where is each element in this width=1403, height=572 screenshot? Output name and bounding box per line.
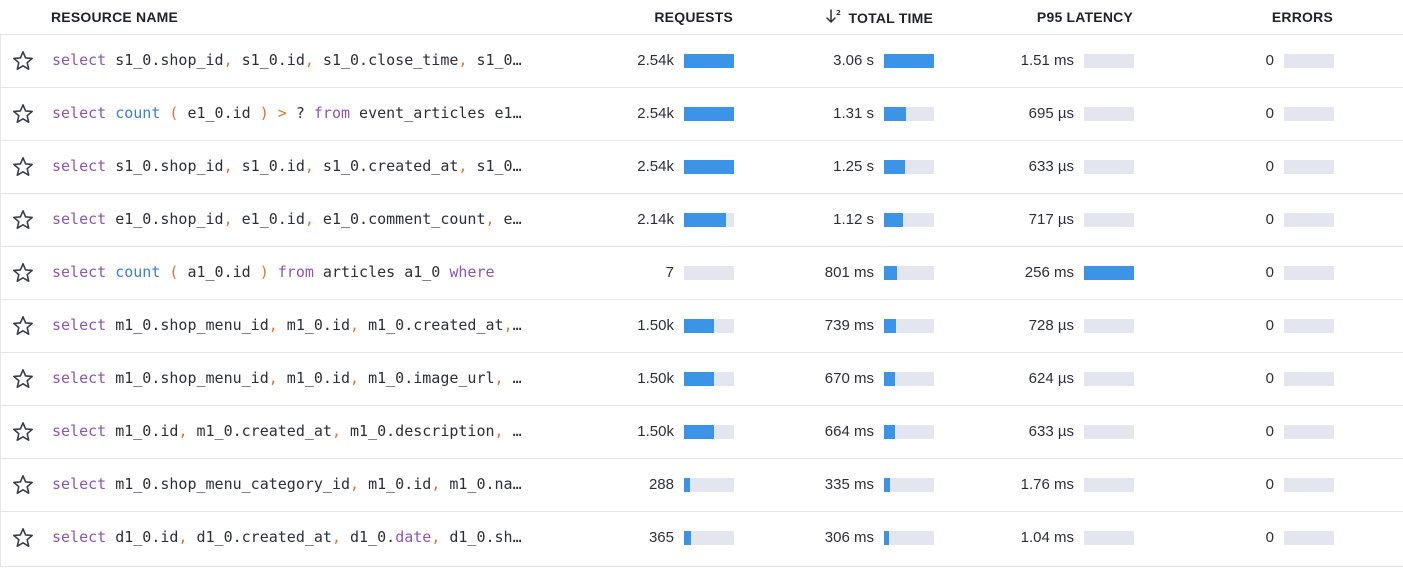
table-row[interactable]: select d1_0.id, d1_0.created_at, d1_0.da… xyxy=(0,512,1403,567)
errors-cell: 0 xyxy=(1,35,1403,87)
errors-value: 0 xyxy=(1265,105,1274,122)
column-header-total-time-label: TOTAL TIME xyxy=(848,10,933,26)
errors-bar xyxy=(1284,213,1334,227)
errors-value: 0 xyxy=(1265,158,1274,175)
column-header-p95-latency[interactable]: P95 LATENCY xyxy=(1037,9,1133,25)
errors-bar xyxy=(1284,531,1334,545)
errors-cell: 0 xyxy=(1,512,1403,566)
table-row[interactable]: select count ( a1_0.id ) from articles a… xyxy=(0,247,1403,300)
errors-cell: 0 xyxy=(1,353,1403,405)
errors-value: 0 xyxy=(1265,423,1274,440)
errors-value: 0 xyxy=(1265,476,1274,493)
errors-value: 0 xyxy=(1265,211,1274,228)
column-header-errors[interactable]: ERRORS xyxy=(1272,9,1333,25)
table-row[interactable]: select s1_0.shop_id, s1_0.id, s1_0.close… xyxy=(0,35,1403,88)
errors-bar xyxy=(1284,160,1334,174)
resource-table: RESOURCE NAME REQUESTS 2 TOTAL TIME P95 … xyxy=(0,0,1403,567)
errors-cell: 0 xyxy=(1,194,1403,246)
table-body: select s1_0.shop_id, s1_0.id, s1_0.close… xyxy=(0,35,1403,567)
errors-value: 0 xyxy=(1265,370,1274,387)
column-header-resource-name[interactable]: RESOURCE NAME xyxy=(51,9,178,25)
table-row[interactable]: select m1_0.shop_menu_id, m1_0.id, m1_0.… xyxy=(0,353,1403,406)
errors-value: 0 xyxy=(1265,52,1274,69)
errors-cell: 0 xyxy=(1,247,1403,299)
errors-bar xyxy=(1284,478,1334,492)
column-header-total-time[interactable]: 2 TOTAL TIME xyxy=(825,9,933,27)
errors-value: 0 xyxy=(1265,529,1274,546)
table-row[interactable]: select e1_0.shop_id, e1_0.id, e1_0.comme… xyxy=(0,194,1403,247)
errors-bar xyxy=(1284,372,1334,386)
errors-cell: 0 xyxy=(1,300,1403,352)
errors-bar xyxy=(1284,107,1334,121)
errors-cell: 0 xyxy=(1,88,1403,140)
svg-text:2: 2 xyxy=(836,9,841,17)
errors-cell: 0 xyxy=(1,459,1403,511)
column-header-requests[interactable]: REQUESTS xyxy=(654,9,733,25)
errors-bar xyxy=(1284,425,1334,439)
table-header: RESOURCE NAME REQUESTS 2 TOTAL TIME P95 … xyxy=(0,0,1403,35)
sort-descending-icon[interactable]: 2 xyxy=(825,8,843,26)
errors-bar xyxy=(1284,319,1334,333)
errors-cell: 0 xyxy=(1,406,1403,458)
errors-cell: 0 xyxy=(1,141,1403,193)
errors-value: 0 xyxy=(1265,317,1274,334)
table-row[interactable]: select count ( e1_0.id ) > ? from event_… xyxy=(0,88,1403,141)
table-row[interactable]: select m1_0.shop_menu_id, m1_0.id, m1_0.… xyxy=(0,300,1403,353)
table-row[interactable]: select m1_0.shop_menu_category_id, m1_0.… xyxy=(0,459,1403,512)
table-row[interactable]: select m1_0.id, m1_0.created_at, m1_0.de… xyxy=(0,406,1403,459)
errors-bar xyxy=(1284,54,1334,68)
errors-bar xyxy=(1284,266,1334,280)
table-row[interactable]: select s1_0.shop_id, s1_0.id, s1_0.creat… xyxy=(0,141,1403,194)
errors-value: 0 xyxy=(1265,264,1274,281)
